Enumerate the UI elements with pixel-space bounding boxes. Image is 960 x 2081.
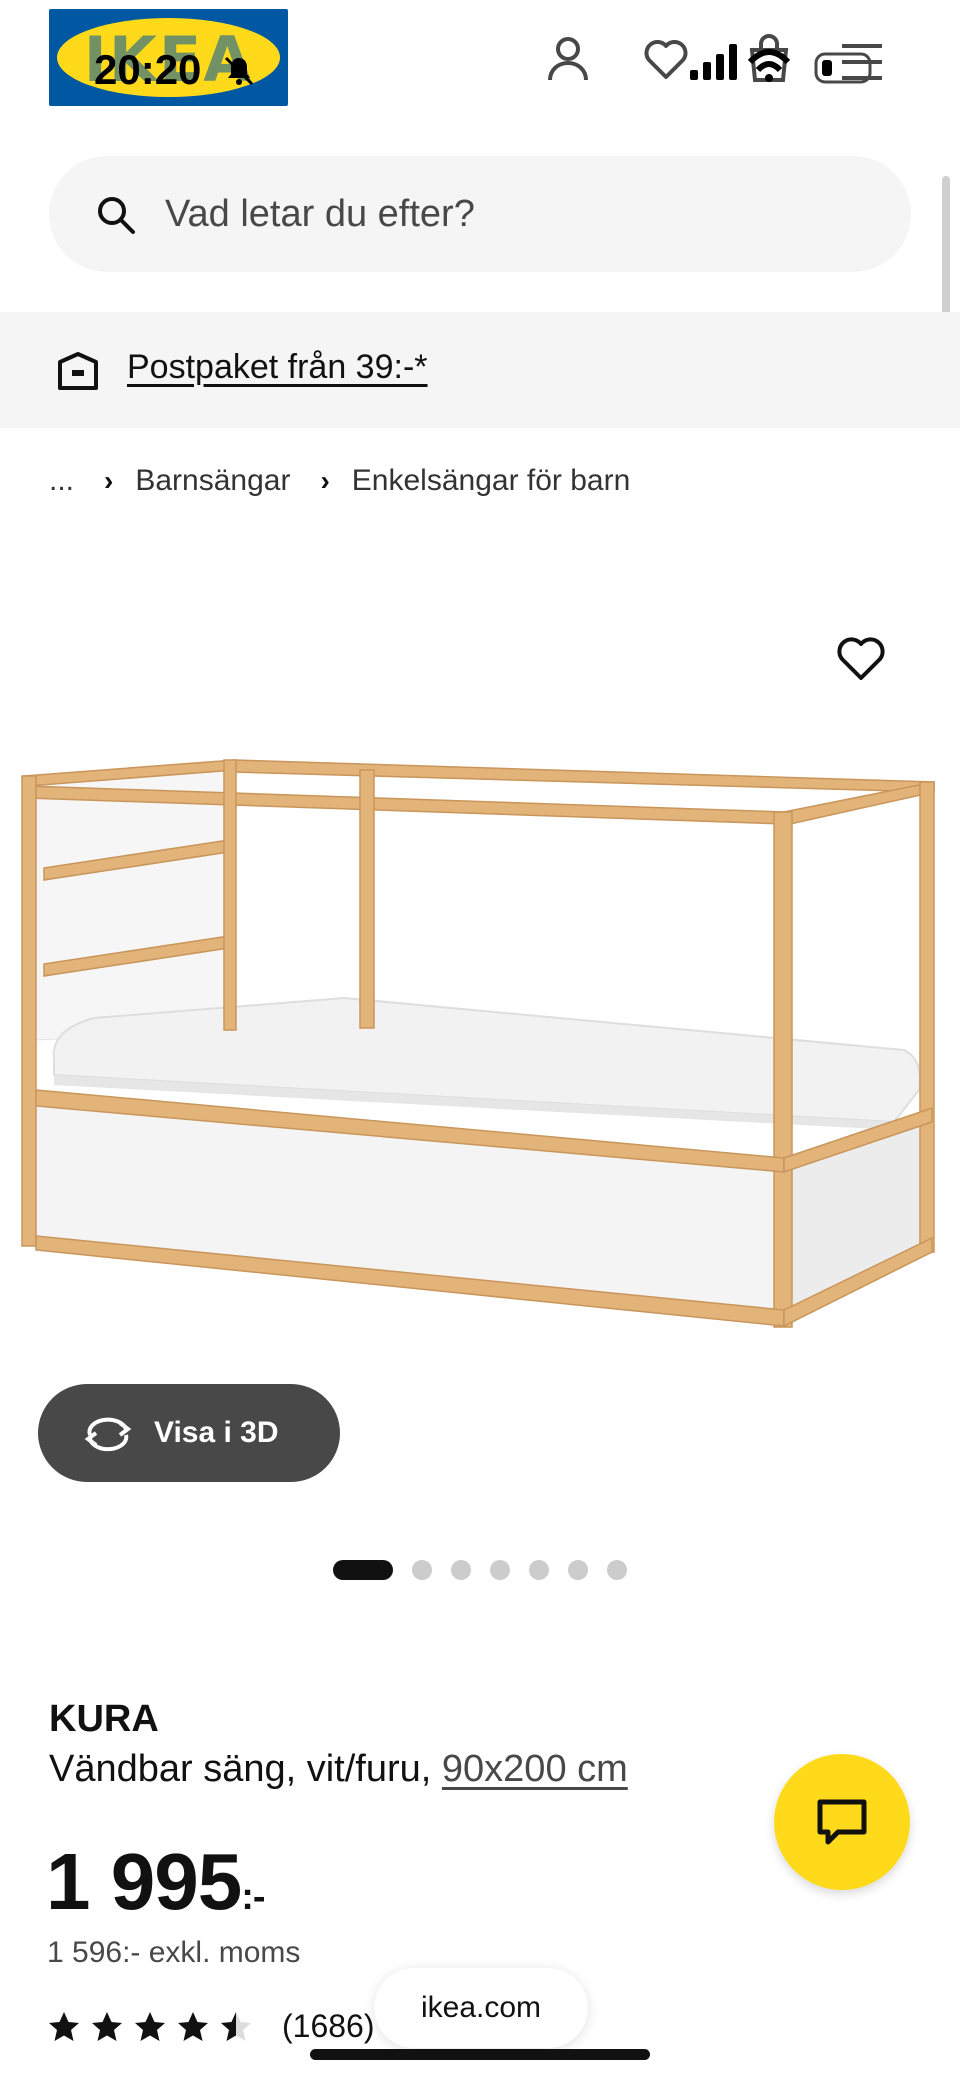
- carousel-dot[interactable]: [568, 1560, 588, 1580]
- search-input[interactable]: [165, 156, 865, 272]
- star-full-icon: [92, 2011, 122, 2041]
- cellular-signal-icon: [690, 44, 737, 80]
- breadcrumb-item-enkelsangar[interactable]: Enkelsängar för barn: [352, 464, 631, 498]
- carousel-dot[interactable]: [412, 1560, 432, 1580]
- breadcrumb-item-barnsangar[interactable]: Barnsängar: [135, 464, 290, 498]
- search-icon: [98, 197, 135, 234]
- carousel-dot[interactable]: [529, 1560, 549, 1580]
- chevron-right-icon: ›: [104, 465, 114, 496]
- chevron-right-icon: ›: [320, 465, 330, 496]
- chat-button[interactable]: [774, 1754, 910, 1890]
- profile-icon[interactable]: [546, 36, 590, 82]
- bell-off-icon: [224, 56, 254, 86]
- image-carousel-indicator: [333, 1560, 646, 1580]
- star-half-icon: [221, 2011, 251, 2041]
- price-value: 1 995: [46, 1837, 242, 1926]
- view-3d-label: Visa i 3D: [154, 1416, 279, 1449]
- star-full-icon: [135, 2011, 165, 2041]
- price-suffix: :-: [241, 1876, 265, 1918]
- breadcrumb-ellipsis[interactable]: ...: [49, 464, 74, 498]
- product-image[interactable]: [14, 730, 948, 1350]
- home-indicator[interactable]: [310, 2049, 650, 2060]
- star-full-icon: [178, 2011, 208, 2041]
- promo-link[interactable]: Postpaket från 39:-*: [127, 348, 428, 387]
- carousel-dot[interactable]: [490, 1560, 510, 1580]
- carousel-dot-active[interactable]: [333, 1560, 393, 1580]
- parcel-box-icon: [58, 352, 98, 390]
- carousel-dot[interactable]: [607, 1560, 627, 1580]
- search-bar[interactable]: [49, 156, 911, 272]
- product-size-link[interactable]: 90x200 cm: [442, 1748, 628, 1790]
- product-rating[interactable]: (1686): [47, 2008, 375, 2045]
- rotate-360-icon: [84, 1417, 132, 1452]
- heart-icon[interactable]: [643, 38, 689, 80]
- price-excl-vat: 1 596:- exkl. moms: [47, 1936, 301, 1969]
- site-header: IKEA 20:20: [0, 0, 960, 140]
- chat-bubble-icon: [817, 1799, 867, 1845]
- product-name: KURA: [49, 1698, 159, 1740]
- status-time: 20:20: [94, 46, 202, 93]
- carousel-dot[interactable]: [451, 1560, 471, 1580]
- view-3d-button[interactable]: Visa i 3D: [38, 1384, 340, 1482]
- favorite-heart-icon[interactable]: [836, 634, 886, 684]
- shopping-bag-icon[interactable]: [744, 32, 794, 84]
- breadcrumb: ... › Barnsängar › Enkelsängar för barn: [49, 460, 630, 502]
- promo-banner: Postpaket från 39:-*: [0, 312, 960, 428]
- product-price: 1 995:-: [46, 1836, 266, 1928]
- menu-icon[interactable]: [812, 42, 884, 88]
- product-description: Vändbar säng, vit/furu, 90x200 cm: [49, 1748, 628, 1791]
- product-type: Vändbar säng, vit/furu,: [49, 1748, 432, 1790]
- review-count[interactable]: (1686): [282, 2008, 375, 2045]
- star-full-icon: [49, 2011, 79, 2041]
- browser-url-bar[interactable]: ikea.com: [374, 1968, 588, 2048]
